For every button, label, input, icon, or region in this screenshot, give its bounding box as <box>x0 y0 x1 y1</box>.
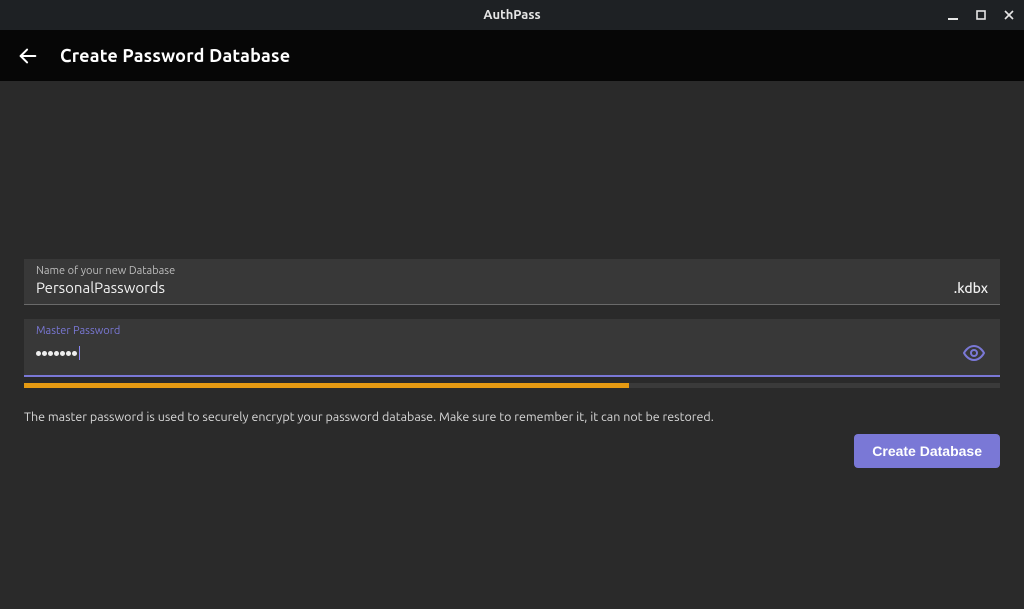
master-password-value[interactable] <box>36 346 80 360</box>
back-button[interactable] <box>16 44 40 68</box>
minimize-icon[interactable] <box>946 8 960 22</box>
field-underline <box>24 304 1000 305</box>
window-titlebar: AuthPass <box>0 0 1024 30</box>
window-title: AuthPass <box>483 8 540 22</box>
database-name-value[interactable]: PersonalPasswords <box>36 279 946 296</box>
content-area: Name of your new Database PersonalPasswo… <box>0 81 1024 609</box>
button-row: Create Database <box>24 434 1000 468</box>
page-title: Create Password Database <box>60 46 290 66</box>
database-ext-suffix: .kdbx <box>946 280 988 296</box>
window-controls <box>946 0 1016 30</box>
master-password-field[interactable]: Master Password <box>24 319 1000 375</box>
password-strength-bar <box>24 383 1000 388</box>
create-database-button[interactable]: Create Database <box>854 434 1000 468</box>
database-name-label: Name of your new Database <box>36 265 988 277</box>
field-underline-focused <box>24 375 1000 377</box>
password-strength-fill <box>24 383 629 388</box>
helper-text: The master password is used to securely … <box>24 410 1000 424</box>
toggle-password-visibility-icon[interactable] <box>960 339 988 367</box>
app-header: Create Password Database <box>0 30 1024 81</box>
maximize-icon[interactable] <box>974 8 988 22</box>
master-password-label: Master Password <box>36 325 988 337</box>
close-icon[interactable] <box>1002 8 1016 22</box>
database-name-field[interactable]: Name of your new Database PersonalPasswo… <box>24 259 1000 304</box>
